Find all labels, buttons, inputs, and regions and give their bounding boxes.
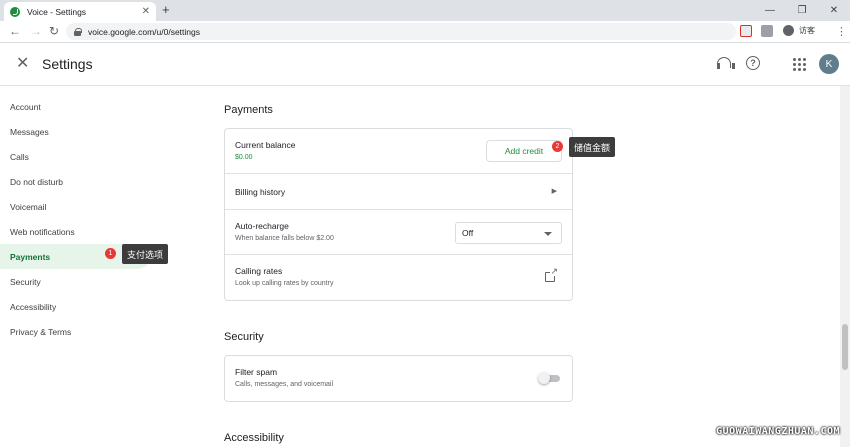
payments-card: Current balance $0.00 Add credit Billing… bbox=[224, 128, 573, 301]
voice-favicon-icon bbox=[10, 6, 20, 17]
back-arrow-icon[interactable]: ← bbox=[9, 24, 21, 38]
billing-history-label: Billing history bbox=[235, 187, 286, 197]
toggle-thumb bbox=[538, 372, 550, 384]
filter-spam-label: Filter spam bbox=[235, 367, 278, 377]
page-scrollbar[interactable] bbox=[840, 86, 850, 447]
dropdown-arrow-icon bbox=[544, 232, 552, 236]
address-bar: ← → ↻ voice.google.com/u/0/settings 访客 ⋮ bbox=[0, 21, 850, 43]
annotation-callout-1: 支付选项 bbox=[122, 244, 169, 264]
sidebar-item-voicemail[interactable]: Voicemail bbox=[0, 194, 160, 219]
filter-spam-toggle[interactable] bbox=[538, 372, 562, 384]
watermark: GUOWAIWANGZHUAN.COM bbox=[716, 426, 840, 437]
tab-title: Voice - Settings bbox=[27, 6, 87, 17]
annotation-callout-2: 储值金额 bbox=[569, 137, 616, 157]
translate-icon[interactable] bbox=[761, 25, 773, 37]
filter-spam-description: Calls, messages, and voicemail bbox=[235, 381, 334, 388]
security-section-title: Security bbox=[224, 331, 264, 343]
sidebar-item-calls[interactable]: Calls bbox=[0, 144, 160, 169]
current-balance-row: Current balance $0.00 Add credit bbox=[225, 129, 572, 174]
payments-section-title: Payments bbox=[224, 104, 273, 116]
extensions bbox=[740, 25, 773, 37]
scrollbar-thumb[interactable] bbox=[842, 324, 848, 370]
app-header: ✕ Settings ? K bbox=[0, 44, 850, 86]
calling-rates-description: Look up calling rates by country bbox=[235, 280, 334, 287]
reload-icon[interactable]: ↻ bbox=[49, 24, 59, 38]
sidebar-item-privacy-terms[interactable]: Privacy & Terms bbox=[0, 319, 160, 344]
browser-tab[interactable]: Voice - Settings ✕ bbox=[4, 2, 156, 21]
security-card: Filter spam Calls, messages, and voicema… bbox=[224, 355, 573, 402]
new-tab-button[interactable]: + bbox=[162, 3, 170, 17]
accessibility-section-title: Accessibility bbox=[224, 432, 284, 444]
help-icon[interactable]: ? bbox=[746, 56, 760, 70]
minimize-button[interactable]: — bbox=[754, 0, 786, 21]
annotation-badge-2: 2 bbox=[552, 141, 563, 152]
chevron-right-icon: ▶ bbox=[551, 188, 557, 195]
profile-chip[interactable]: 访客 bbox=[783, 25, 815, 36]
auto-recharge-select[interactable]: Off bbox=[455, 222, 562, 244]
close-window-button[interactable]: ✕ bbox=[818, 0, 850, 21]
avatar[interactable]: K bbox=[819, 54, 839, 74]
profile-avatar-icon bbox=[783, 25, 794, 36]
sidebar-item-messages[interactable]: Messages bbox=[0, 119, 160, 144]
annotation-badge-1: 1 bbox=[105, 248, 116, 259]
apps-grid-icon[interactable] bbox=[793, 58, 806, 71]
sidebar-item-do-not-disturb[interactable]: Do not disturb bbox=[0, 169, 160, 194]
restore-button[interactable]: ❐ bbox=[786, 0, 818, 21]
sidebar-item-web-notifications[interactable]: Web notifications bbox=[0, 219, 160, 244]
open-in-new-icon[interactable] bbox=[545, 266, 558, 282]
omnibox[interactable]: voice.google.com/u/0/settings bbox=[66, 23, 736, 40]
calling-rates-row[interactable]: Calling rates Look up calling rates by c… bbox=[225, 255, 572, 300]
sidebar-item-accessibility[interactable]: Accessibility bbox=[0, 294, 160, 319]
sidebar-item-security[interactable]: Security bbox=[0, 269, 160, 294]
browser-menu-icon[interactable]: ⋮ bbox=[836, 25, 847, 38]
extension-icon[interactable] bbox=[740, 25, 752, 37]
url-text: voice.google.com/u/0/settings bbox=[88, 26, 200, 37]
page-title: Settings bbox=[42, 56, 93, 72]
auto-recharge-value: Off bbox=[462, 228, 474, 238]
calling-rates-label: Calling rates bbox=[235, 266, 283, 276]
close-settings-icon[interactable]: ✕ bbox=[16, 56, 29, 72]
profile-label: 访客 bbox=[799, 26, 815, 35]
filter-spam-row: Filter spam Calls, messages, and voicema… bbox=[225, 356, 572, 401]
settings-sidebar: Account Messages Calls Do not disturb Vo… bbox=[0, 94, 160, 344]
window-controls: — ❐ ✕ bbox=[754, 0, 850, 21]
billing-history-row[interactable]: Billing history ▶ bbox=[225, 174, 572, 210]
auto-recharge-row: Auto-recharge When balance falls below $… bbox=[225, 210, 572, 255]
tab-close-icon[interactable]: ✕ bbox=[142, 6, 150, 17]
add-credit-button[interactable]: Add credit bbox=[486, 140, 562, 162]
sidebar-item-account[interactable]: Account bbox=[0, 94, 160, 119]
browser-tab-bar: Voice - Settings ✕ + — ❐ ✕ bbox=[0, 0, 850, 21]
lock-icon bbox=[74, 27, 82, 36]
forward-arrow-icon[interactable]: → bbox=[30, 24, 42, 38]
